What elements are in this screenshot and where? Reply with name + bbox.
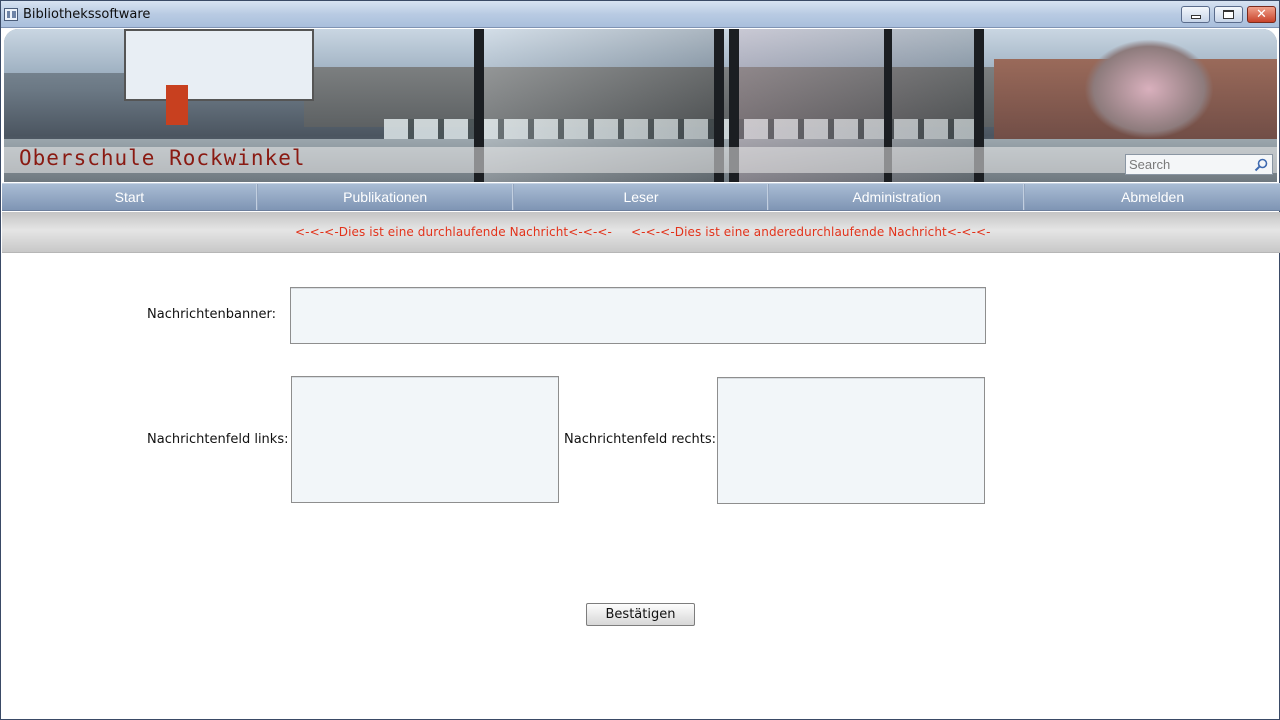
confirm-button[interactable]: Bestätigen	[586, 603, 695, 626]
nav-item-start[interactable]: Start	[2, 184, 258, 210]
nav-item-publikationen[interactable]: Publikationen	[258, 184, 514, 210]
window-title: Bibliothekssoftware	[23, 7, 151, 22]
search-box[interactable]	[1125, 154, 1273, 175]
news-ticker: <-<-<-Dies ist eine durchlaufende Nachri…	[2, 212, 1280, 253]
minimize-icon	[1190, 15, 1201, 19]
minimize-button[interactable]	[1181, 6, 1210, 23]
maximize-button[interactable]	[1214, 6, 1243, 23]
header-banner: Oberschule Rockwinkel	[4, 29, 1277, 182]
close-button[interactable]: ✕	[1247, 6, 1276, 23]
maximize-icon	[1223, 10, 1234, 19]
left-field-label: Nachrichtenfeld links:	[147, 432, 289, 447]
search-icon[interactable]	[1254, 158, 1268, 172]
search-input[interactable]	[1129, 156, 1249, 173]
nav-item-administration[interactable]: Administration	[769, 184, 1026, 210]
school-name: Oberschule Rockwinkel	[19, 146, 306, 170]
message-right-textarea[interactable]	[717, 377, 985, 504]
nav-item-leser[interactable]: Leser	[514, 184, 770, 210]
nav-item-abmelden[interactable]: Abmelden	[1025, 184, 1280, 210]
close-icon: ✕	[1256, 7, 1267, 22]
right-field-label: Nachrichtenfeld rechts:	[564, 432, 717, 447]
main-nav: Start Publikationen Leser Administration…	[2, 183, 1280, 211]
banner-panel	[124, 29, 314, 101]
app-icon	[4, 8, 18, 21]
app-window: Bibliothekssoftware ✕ Oberschule Rockwin…	[0, 0, 1280, 720]
title-bar[interactable]: Bibliothekssoftware ✕	[1, 1, 1279, 28]
banner-field-label: Nachrichtenbanner:	[147, 307, 276, 322]
ticker-message: <-<-<-Dies ist eine durchlaufende Nachri…	[295, 225, 612, 239]
ticker-message: <-<-<-Dies ist eine anderedurchlaufende …	[631, 225, 991, 239]
banner-tree	[1084, 39, 1214, 139]
message-banner-input[interactable]	[290, 287, 986, 344]
banner-red-door	[166, 85, 188, 125]
message-left-textarea[interactable]	[291, 376, 559, 503]
